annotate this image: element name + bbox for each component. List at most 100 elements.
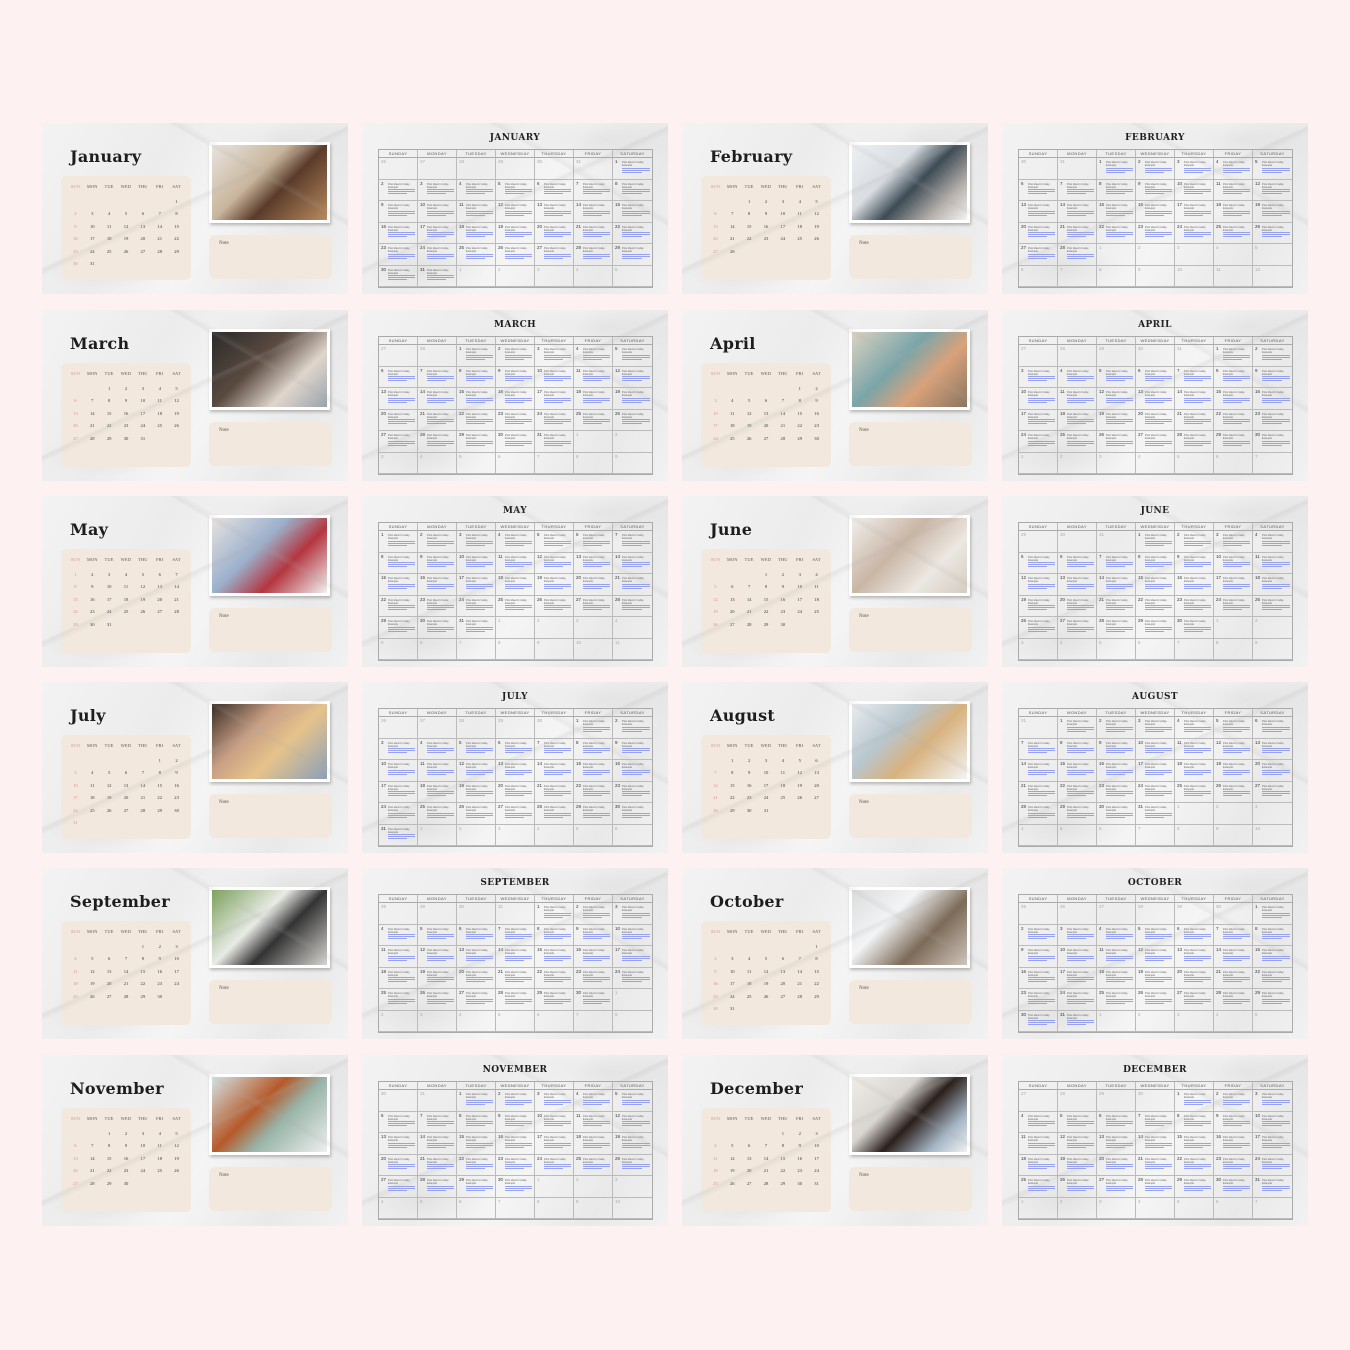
day-cell[interactable]: 6 [1214,452,1253,474]
day-entry-link[interactable] [544,981,563,983]
day-entry-link[interactable] [466,358,485,360]
mini-day[interactable]: 15 [758,597,775,602]
day-entry-link[interactable] [622,938,642,940]
day-entry-link[interactable] [1067,1024,1086,1026]
day-cell[interactable]: 31 [496,903,535,925]
day-entry-link[interactable] [1106,1146,1125,1148]
day-cell[interactable]: 13 Post idea for today Example [535,201,574,223]
mini-day[interactable]: 7 [758,1143,775,1148]
mini-day[interactable]: 6 [67,1143,84,1148]
day-entry-link[interactable] [1184,193,1203,195]
day-entry-link[interactable] [1223,752,1242,754]
day-cell[interactable]: 11 Post idea for today Example [379,946,418,968]
mini-day[interactable]: 23 [151,981,168,986]
day-cell[interactable]: 28 Post idea for today Example [1058,244,1097,266]
day-entry-link[interactable] [1067,1002,1086,1004]
day-entry-link[interactable] [583,587,602,589]
day-cell[interactable]: 5 Post idea for today Example [1058,1111,1097,1133]
day-entry-link[interactable] [466,981,485,983]
day-cell[interactable]: 9 Post idea for today Example [613,739,652,760]
day-cell[interactable]: 6 [1136,638,1175,660]
day-cell[interactable]: 16 Post idea for today Example [613,760,652,782]
mini-day[interactable]: 28 [774,436,791,441]
mini-day[interactable]: 23 [774,609,791,614]
day-cell[interactable]: 22 Post idea for today Example [457,1154,496,1176]
mini-day[interactable]: 14 [791,969,808,974]
day-entry-link[interactable] [622,752,642,754]
mini-day[interactable]: 10 [791,584,808,589]
day-cell[interactable]: 25 Post idea for today Example [1019,1176,1058,1198]
day-entry-link[interactable] [1223,171,1242,173]
day-cell[interactable]: 1 Post idea for today Example [1058,717,1097,739]
day-cell[interactable]: 3 [574,617,613,639]
mini-day[interactable]: 3 [101,572,118,577]
day-cell[interactable]: 22 Post idea for today Example [457,409,496,431]
day-cell[interactable]: 16 Post idea for today Example [1019,967,1058,989]
day-cell[interactable]: 26 Post idea for today Example [418,989,457,1011]
day-entry-link[interactable] [388,1168,407,1170]
day-entry-link[interactable] [544,1168,563,1170]
mini-day[interactable]: 15 [134,969,151,974]
day-entry-link[interactable] [1184,566,1203,568]
day-cell[interactable]: 30 [1136,1090,1175,1112]
day-entry-link[interactable] [1223,938,1242,940]
mini-day[interactable]: 23 [707,994,724,999]
day-cell[interactable]: 29 Post idea for today Example [1214,431,1253,453]
day-cell[interactable]: 5 [379,638,418,660]
day-entry-link[interactable] [1262,959,1282,961]
day-cell[interactable]: 31 Post idea for today Example [1253,1176,1292,1198]
day-entry-link[interactable] [1028,752,1047,754]
day-entry-link[interactable] [1223,959,1242,961]
mini-day[interactable]: 29 [791,436,808,441]
mini-day[interactable]: 9 [774,584,791,589]
mini-day[interactable]: 30 [791,1181,808,1186]
mini-day[interactable]: 15 [101,1156,118,1161]
mini-day[interactable]: 28 [151,249,168,254]
day-entry-link[interactable] [1184,380,1203,382]
day-cell[interactable]: 30 Post idea for today Example [574,989,613,1011]
day-cell[interactable]: 18 Post idea for today Example [379,967,418,989]
day-entry-link[interactable] [466,214,485,216]
mini-day[interactable]: 25 [118,609,135,614]
day-cell[interactable]: 24 Post idea for today Example [1214,595,1253,617]
mini-day[interactable]: 12 [741,411,758,416]
day-cell[interactable]: 13 Post idea for today Example [379,1133,418,1155]
day-entry-link[interactable] [1106,587,1125,589]
day-entry-link[interactable] [1067,795,1086,797]
day-cell[interactable]: 27 [418,158,457,180]
day-cell[interactable]: 2 [1214,803,1253,825]
day-cell[interactable]: 3 [418,1010,457,1032]
mini-day[interactable]: 8 [134,956,151,961]
day-cell[interactable]: 9 Post idea for today Example [1097,738,1136,760]
mini-day[interactable]: 28 [84,436,101,441]
day-cell[interactable]: 8 Post idea for today Example [1136,552,1175,574]
day-cell[interactable]: 1 [535,1176,574,1198]
mini-day[interactable]: 23 [791,1168,808,1173]
mini-day[interactable]: 29 [724,808,741,813]
day-cell[interactable]: 27 Post idea for today Example [379,1176,418,1198]
day-cell[interactable]: 1 [457,265,496,287]
day-entry-link[interactable] [427,1189,446,1191]
mini-day[interactable]: 14 [151,224,168,229]
day-entry-link[interactable] [544,609,563,611]
note-box[interactable]: Note [849,980,972,1024]
day-entry-link[interactable] [1145,587,1164,589]
day-cell[interactable]: 16 Post idea for today Example [1136,201,1175,223]
mini-day[interactable]: 20 [758,423,775,428]
day-cell[interactable]: 24 Post idea for today Example [457,595,496,617]
day-entry-link[interactable] [427,214,446,216]
mini-day[interactable]: 24 [758,795,775,800]
day-cell[interactable]: 1 Post idea for today Example [457,1090,496,1112]
mini-day[interactable]: 3 [67,770,84,775]
mini-day[interactable]: 20 [67,423,84,428]
day-cell[interactable]: 21 Post idea for today Example [1097,595,1136,617]
day-cell[interactable]: 7 Post idea for today Example [1136,1111,1175,1133]
day-entry-link[interactable] [1223,193,1242,195]
mini-day[interactable]: 20 [808,783,825,788]
day-entry-link[interactable] [622,193,642,195]
day-cell[interactable]: 23 Post idea for today Example [418,595,457,617]
day-entry-link[interactable] [1223,236,1242,238]
day-entry-link[interactable] [388,959,407,961]
mini-day[interactable]: 9 [84,584,101,589]
day-entry-link[interactable] [544,566,563,568]
